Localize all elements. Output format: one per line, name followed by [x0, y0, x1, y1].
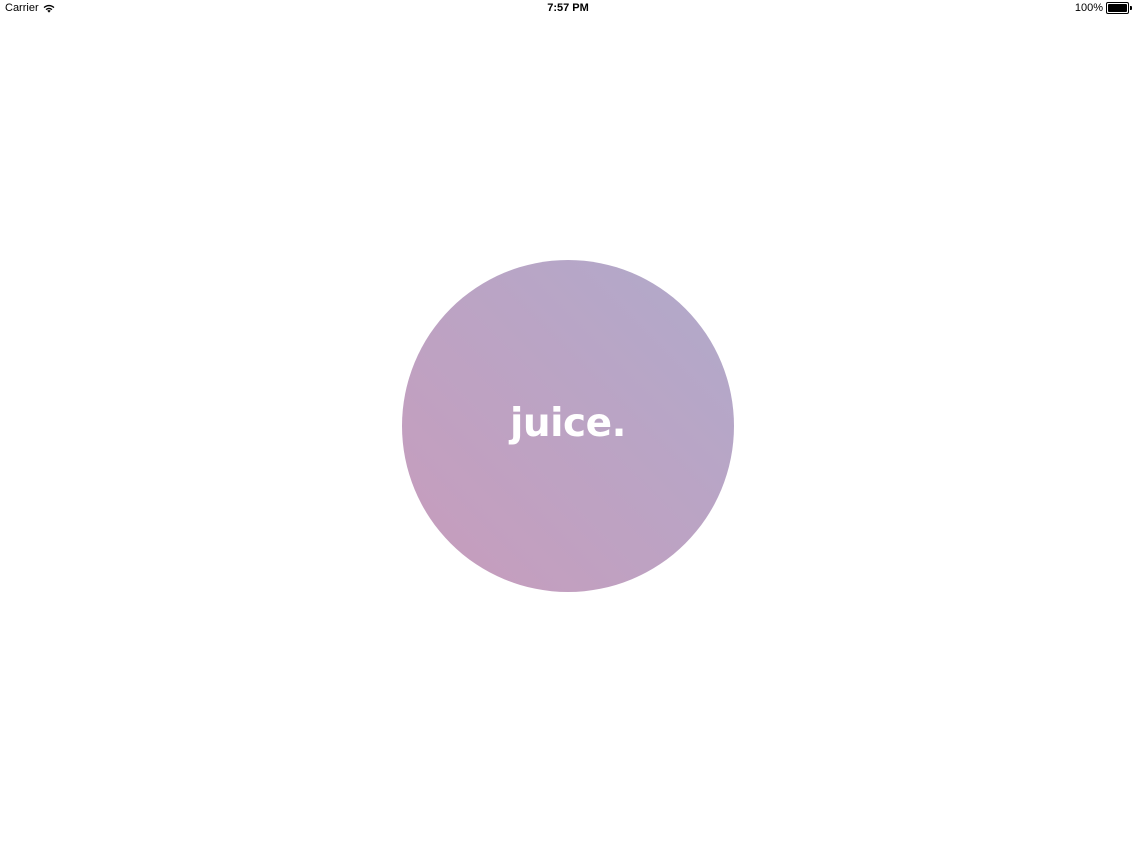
battery-fill: [1108, 4, 1127, 12]
battery-body: [1106, 2, 1129, 14]
logo-text: juice.: [510, 400, 626, 446]
battery-nub: [1130, 6, 1132, 10]
status-time: 7:57 PM: [547, 2, 589, 14]
logo-circle: juice.: [402, 260, 734, 592]
splash-screen: Carrier 7:57 PM 100% juice.: [0, 0, 1136, 852]
status-right: 100%: [1075, 2, 1132, 14]
battery-icon: [1106, 2, 1132, 14]
status-bar: Carrier 7:57 PM 100%: [0, 0, 1136, 18]
battery-percent: 100%: [1074, 2, 1103, 14]
